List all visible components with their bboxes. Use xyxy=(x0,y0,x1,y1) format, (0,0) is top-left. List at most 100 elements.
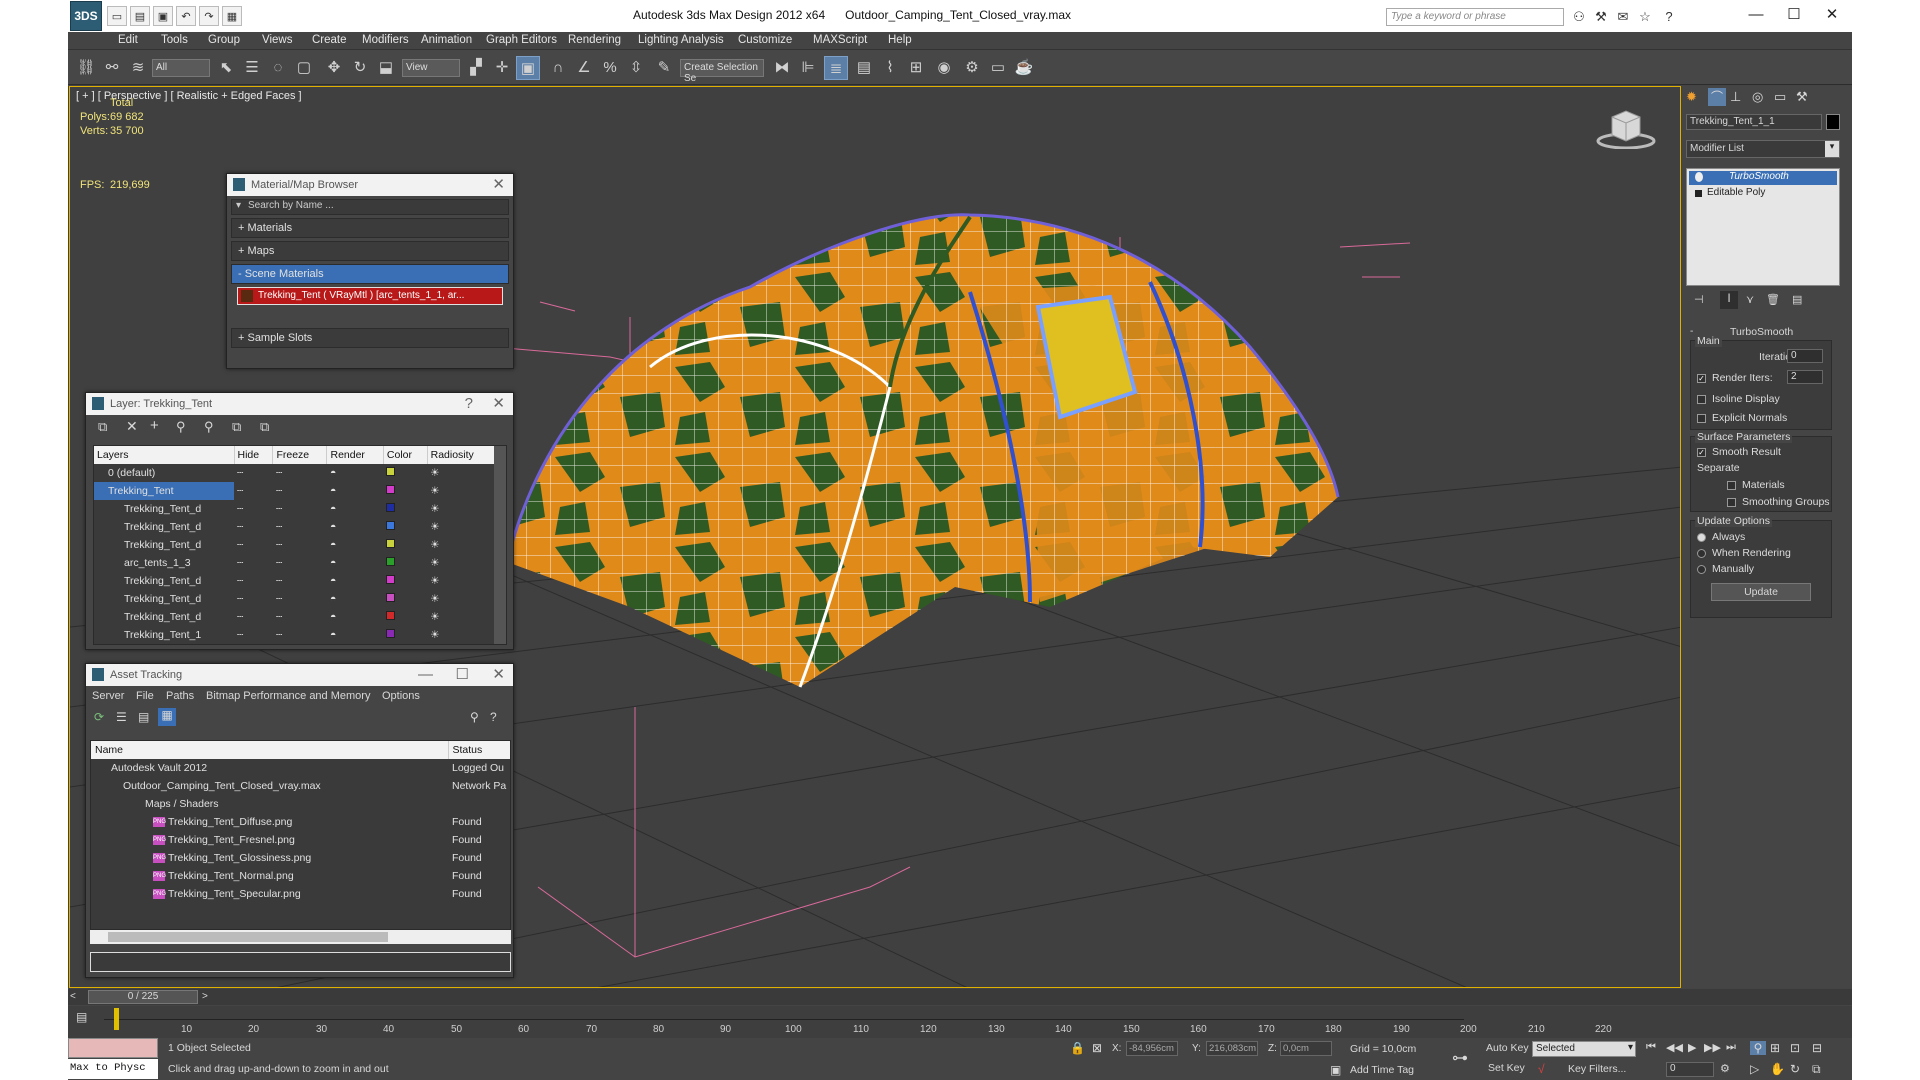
maximize-viewport-icon[interactable]: ⧉ xyxy=(1812,1062,1821,1077)
bind-spacewarp-icon[interactable]: ≋ xyxy=(126,56,150,80)
layer-row[interactable]: Trekking_Tent_d ┄ ┄ ◓ ☀ xyxy=(94,590,496,608)
rotate-icon[interactable]: ↻ xyxy=(348,56,372,80)
asset-row[interactable]: Autodesk Vault 2012 Logged Ou xyxy=(91,759,510,778)
configure-modifier-sets-icon[interactable]: ▤ xyxy=(1792,293,1802,306)
add-time-tag[interactable]: Add Time Tag xyxy=(1350,1064,1414,1076)
modify-tab-icon[interactable]: ⌒ xyxy=(1708,88,1726,106)
time-slider-thumb[interactable]: 0 / 225 xyxy=(88,990,198,1004)
time-slider[interactable]: < 0 / 225 > xyxy=(68,989,1852,1005)
hide-toggle[interactable]: ┄ xyxy=(234,572,273,590)
scale-icon[interactable]: ⬓ xyxy=(374,56,398,80)
hide-toggle[interactable]: ┄ xyxy=(234,608,273,626)
material-search-input[interactable]: ▾ Search by Name ... xyxy=(231,199,509,215)
layer-color-swatch[interactable] xyxy=(386,467,396,476)
graphite-tools-icon[interactable]: ▤ xyxy=(852,56,876,80)
subscription-icon[interactable]: ⚒ xyxy=(1592,8,1610,26)
table-view-icon[interactable]: ▦ xyxy=(158,708,176,726)
save-file-icon[interactable]: ▣ xyxy=(153,6,173,26)
unlink-icon[interactable]: ⚯ xyxy=(100,56,124,80)
zoom-extents-all-icon[interactable]: ⊟ xyxy=(1812,1041,1822,1055)
render-teapot-icon[interactable]: ◓ xyxy=(327,626,383,644)
layer-row[interactable]: 0 (default) ┄ ┄ ◓ ☀ xyxy=(94,464,496,482)
hide-toggle[interactable]: ┄ xyxy=(234,554,273,572)
percent-snap-icon[interactable]: % xyxy=(598,56,622,80)
select-object-icon[interactable]: ⬉ xyxy=(214,56,238,80)
zoom-all-icon[interactable]: ⊞ xyxy=(1770,1041,1780,1055)
freeze-toggle[interactable]: ┄ xyxy=(273,518,327,536)
select-by-name-icon[interactable]: ☰ xyxy=(240,56,264,80)
motion-tab-icon[interactable]: ◎ xyxy=(1752,89,1763,105)
asset-row[interactable]: PNG Trekking_Tent_Specular.png Found xyxy=(91,885,510,904)
keyword-search-input[interactable]: Type a keyword or phrase xyxy=(1386,8,1564,26)
freeze-all-icon[interactable]: ⧉ xyxy=(260,419,269,435)
utilities-tab-icon[interactable]: ⚒ xyxy=(1796,89,1808,105)
hierarchy-tab-icon[interactable]: ⊥ xyxy=(1730,89,1741,105)
isoline-display-checkbox[interactable]: Isoline Display xyxy=(1697,393,1780,405)
radiosity-icon[interactable]: ☀ xyxy=(427,464,495,482)
render-setup-icon[interactable]: ⚙ xyxy=(960,56,984,80)
hide-toggle[interactable]: ┄ xyxy=(234,482,273,500)
asset-name[interactable]: Trekking_Tent_Glossiness.png xyxy=(168,852,311,864)
asset-row[interactable]: PNG Trekking_Tent_Fresnel.png Found xyxy=(91,831,510,850)
track-bar[interactable]: ▤ 10 20 30 40 50 60 70 80 90 100 110 120… xyxy=(68,1006,1852,1038)
modifier-list-dropdown[interactable]: Modifier List ▾ xyxy=(1686,140,1840,158)
edit-named-selections-icon[interactable]: ✎ xyxy=(652,56,676,80)
asset-tracking-window[interactable]: Asset Tracking — ☐ ✕ Server File Paths B… xyxy=(85,663,514,978)
communication-icon[interactable]: ✉ xyxy=(1614,8,1632,26)
radiosity-icon[interactable]: ☀ xyxy=(427,500,495,518)
hide-toggle[interactable]: ┄ xyxy=(234,536,273,554)
layer-row[interactable]: arc_tents_1_3 ┄ ┄ ◓ ☀ xyxy=(94,554,496,572)
layer-color-swatch[interactable] xyxy=(386,575,396,584)
radiosity-icon[interactable]: ☀ xyxy=(427,590,495,608)
show-end-result-icon[interactable]: I xyxy=(1720,291,1738,309)
goto-end-icon[interactable]: ⏭ xyxy=(1726,1041,1736,1054)
update-always-radio[interactable]: Always xyxy=(1697,531,1745,543)
layer-name[interactable]: Trekking_Tent xyxy=(94,482,234,500)
asset-name[interactable]: Trekking_Tent_Fresnel.png xyxy=(168,834,295,846)
snaps-toggle-icon[interactable]: ∩ xyxy=(546,56,570,80)
curve-editor-icon[interactable]: ⌇ xyxy=(878,56,902,80)
menu-create[interactable]: Create xyxy=(312,34,347,46)
group-sample-slots[interactable]: + Sample Slots xyxy=(231,328,509,348)
refresh-icon[interactable]: ⟳ xyxy=(94,710,104,724)
layer-manager-window[interactable]: Layer: Trekking_Tent ? ✕ ⧉ ✕ + ⚲ ⚲ ⧉ ⧉ L… xyxy=(85,392,514,650)
asset-name[interactable]: Trekking_Tent_Diffuse.png xyxy=(168,816,292,828)
freeze-toggle[interactable]: ┄ xyxy=(273,500,327,518)
hide-toggle[interactable]: ┄ xyxy=(234,500,273,518)
keyboard-override-icon[interactable]: ▣ xyxy=(516,56,540,80)
link-icon[interactable]: ⛓ xyxy=(74,56,98,80)
zoom-extents-icon[interactable]: ⊡ xyxy=(1790,1041,1800,1055)
smooth-result-checkbox[interactable]: ✓ Smooth Result xyxy=(1697,446,1781,458)
asset-name[interactable]: Outdoor_Camping_Tent_Closed_vray.max xyxy=(91,777,448,796)
group-scene-materials[interactable]: - Scene Materials xyxy=(231,264,509,284)
asset-name[interactable]: Autodesk Vault 2012 xyxy=(91,759,448,778)
detail-view-icon[interactable]: ▤ xyxy=(138,710,149,724)
render-iters-checkbox[interactable]: ✓ Render Iters: xyxy=(1697,372,1773,384)
hide-all-icon[interactable]: ⧉ xyxy=(232,419,241,435)
remove-modifier-icon[interactable]: 🗑 xyxy=(1766,293,1780,306)
render-teapot-icon[interactable]: ◓ xyxy=(327,482,383,500)
maximize-icon[interactable]: ☐ xyxy=(456,664,469,686)
stack-item-editable-poly[interactable]: Editable Poly xyxy=(1689,187,1837,201)
app-logo-icon[interactable]: 3DS xyxy=(70,1,102,31)
col-layers[interactable]: Layers xyxy=(94,446,235,464)
render-teapot-icon[interactable]: ◓ xyxy=(327,572,383,590)
schematic-view-icon[interactable]: ⊞ xyxy=(904,56,928,80)
freeze-toggle[interactable]: ┄ xyxy=(273,554,327,572)
x-coordinate-field[interactable]: -84,956cm xyxy=(1126,1041,1178,1056)
separate-smoothing-groups-checkbox[interactable]: Smoothing Groups xyxy=(1727,496,1830,508)
freeze-toggle[interactable]: ┄ xyxy=(273,482,327,500)
expand-icon[interactable] xyxy=(1695,190,1702,197)
time-tag-icon[interactable]: ▣ xyxy=(1330,1063,1341,1077)
key-mode-dropdown[interactable]: Selected ▾ xyxy=(1532,1041,1636,1057)
update-manually-radio[interactable]: Manually xyxy=(1697,563,1754,575)
prev-frame-icon[interactable]: < xyxy=(70,991,76,1002)
stack-item-turbosmooth[interactable]: TurboSmooth xyxy=(1689,171,1837,185)
layer-row[interactable]: Trekking_Tent_d ┄ ┄ ◓ ☀ xyxy=(94,536,496,554)
current-frame-field[interactable]: 0 xyxy=(1666,1062,1714,1077)
layer-row[interactable]: Trekking_Tent_d ┄ ┄ ◓ ☀ xyxy=(94,608,496,626)
layer-color-swatch[interactable] xyxy=(386,611,396,620)
material-map-browser-window[interactable]: Material/Map Browser ✕ ▾ Search by Name … xyxy=(226,173,514,369)
asset-list[interactable]: Name Status Autodesk Vault 2012 Logged Ou … xyxy=(90,740,511,930)
freeze-toggle[interactable]: ┄ xyxy=(273,464,327,482)
